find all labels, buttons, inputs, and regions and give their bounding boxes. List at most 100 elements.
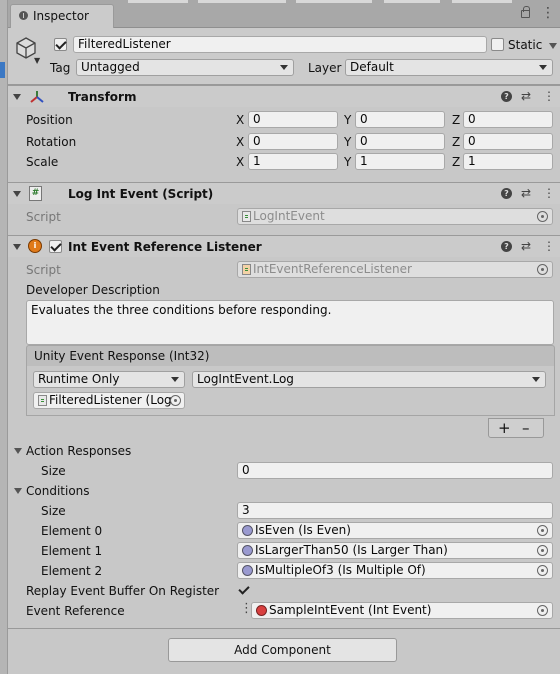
scriptable-object-icon <box>242 545 253 556</box>
foldout-arrow-icon[interactable] <box>13 244 21 250</box>
tag-dropdown[interactable]: Untagged <box>76 59 294 76</box>
static-label: Static <box>508 38 543 52</box>
scale-z-field[interactable]: 1 <box>463 153 553 170</box>
listener-script-value: IntEventReferenceListener <box>253 262 412 276</box>
kebab-menu-icon[interactable]: ⋮ <box>541 6 555 20</box>
remove-listener-button[interactable]: – <box>522 419 530 437</box>
event-list-buttons: + – <box>488 418 544 438</box>
script-file-icon: # <box>29 186 42 201</box>
axis-x-label: X <box>236 113 245 127</box>
scale-x-field[interactable]: 1 <box>248 153 338 170</box>
developer-description-textarea[interactable]: Evaluates the three conditions before re… <box>26 300 554 345</box>
action-size-label: Size <box>41 464 66 478</box>
scale-y-field[interactable]: 1 <box>355 153 445 170</box>
preset-sliders-icon[interactable]: ⇄ <box>521 240 531 253</box>
event-reference-label: Event Reference <box>26 604 125 618</box>
runtime-option: Runtime Only <box>38 372 120 386</box>
object-picker-icon[interactable] <box>537 605 548 616</box>
foldout-arrow-icon[interactable] <box>14 488 22 494</box>
lock-icon[interactable] <box>521 6 530 18</box>
hidden-tab[interactable] <box>384 0 440 3</box>
preset-sliders-icon[interactable]: ⇄ <box>521 90 531 103</box>
rotation-z-field[interactable]: 0 <box>463 133 553 150</box>
object-picker-icon[interactable] <box>537 525 548 536</box>
component-header-icons: ? ⇄ ⋮ <box>501 90 560 104</box>
foldout-arrow-icon[interactable] <box>13 94 21 100</box>
conditions-size-field[interactable]: 3 <box>237 502 553 519</box>
object-picker-icon[interactable] <box>537 211 548 222</box>
scale-label: Scale <box>26 155 59 169</box>
layer-label: Layer <box>308 61 342 75</box>
position-x-field[interactable]: 0 <box>248 111 338 128</box>
info-icon <box>19 11 28 20</box>
element-0-value: IsEven (Is Even) <box>255 523 351 537</box>
object-picker-icon[interactable] <box>537 545 548 556</box>
action-responses-label[interactable]: Action Responses <box>26 444 131 459</box>
method-dropdown[interactable]: LogIntEvent.Log <box>192 371 546 388</box>
kebab-menu-icon[interactable]: ⋮ <box>543 240 555 253</box>
layer-value: Default <box>350 60 394 74</box>
layer-dropdown[interactable]: Default <box>345 59 553 76</box>
hidden-tab[interactable] <box>128 0 188 3</box>
log-int-event-header[interactable]: # Log Int Event (Script) ? ⇄ ⋮ <box>8 182 560 204</box>
add-listener-button[interactable]: + <box>498 419 511 437</box>
kebab-menu-icon[interactable]: ⋮ <box>543 187 555 200</box>
axis-y-label: Y <box>344 155 352 169</box>
conditions-size-label: Size <box>41 504 66 518</box>
hidden-tab[interactable] <box>198 0 286 3</box>
listener-script-field[interactable]: IntEventReferenceListener <box>237 261 553 278</box>
help-icon[interactable]: ? <box>501 241 512 252</box>
object-name-field[interactable]: FilteredListener <box>73 36 487 53</box>
element-1-label: Element 1 <box>41 544 103 558</box>
static-dropdown-icon[interactable] <box>549 43 557 49</box>
action-size-field[interactable]: 0 <box>237 462 553 479</box>
rotation-y-field[interactable]: 0 <box>355 133 445 150</box>
script-icon <box>242 211 251 222</box>
object-picker-icon[interactable] <box>537 264 548 275</box>
listener-header[interactable]: i Int Event Reference Listener ? ⇄ ⋮ <box>8 235 560 257</box>
replay-buffer-checkbox[interactable] <box>237 583 250 596</box>
help-icon[interactable]: ? <box>501 91 512 102</box>
kebab-menu-icon[interactable]: ⋮ <box>543 90 555 103</box>
axis-y-label: Y <box>344 135 352 149</box>
active-checkbox[interactable] <box>54 38 67 51</box>
element-1-field[interactable]: IsLargerThan50 (Is Larger Than) <box>237 542 553 559</box>
axis-x-label: X <box>236 155 245 169</box>
position-z-field[interactable]: 0 <box>463 111 553 128</box>
foldout-arrow-icon[interactable] <box>14 448 22 454</box>
hidden-tab[interactable] <box>452 0 512 3</box>
conditions-label[interactable]: Conditions <box>26 484 90 499</box>
script-icon <box>38 395 47 406</box>
selection-highlight <box>0 62 5 78</box>
footer-divider <box>8 628 560 629</box>
element-2-field[interactable]: IsMultipleOf3 (Is Multiple Of) <box>237 562 553 579</box>
help-icon[interactable]: ? <box>501 188 512 199</box>
script-icon <box>242 264 251 275</box>
static-checkbox[interactable] <box>491 38 504 51</box>
tag-value: Untagged <box>81 60 140 74</box>
target-object-field[interactable]: FilteredListener (Log <box>33 392 185 409</box>
int-event-asset-icon <box>256 605 267 616</box>
axis-z-label: Z <box>452 135 461 149</box>
add-component-button[interactable]: Add Component <box>168 638 397 662</box>
axis-z-label: Z <box>452 155 461 169</box>
listener-enabled-checkbox[interactable] <box>49 240 62 253</box>
log-script-field[interactable]: LogIntEvent <box>237 208 553 225</box>
script-label: Script <box>26 263 61 277</box>
runtime-dropdown[interactable]: Runtime Only <box>33 371 185 388</box>
developer-description-label: Developer Description <box>26 283 160 297</box>
script-label: Script <box>26 210 61 224</box>
rotation-x-field[interactable]: 0 <box>248 133 338 150</box>
foldout-arrow-icon[interactable] <box>13 191 21 197</box>
element-0-field[interactable]: IsEven (Is Even) <box>237 522 553 539</box>
element-2-label: Element 2 <box>41 564 103 578</box>
transform-header[interactable]: Transform ? ⇄ ⋮ <box>8 85 560 107</box>
hidden-tab[interactable] <box>296 0 372 3</box>
position-y-field[interactable]: 0 <box>355 111 445 128</box>
event-reference-field[interactable]: SampleIntEvent (Int Event) <box>251 602 553 619</box>
tab-inspector[interactable]: Inspector <box>10 4 114 29</box>
object-picker-icon[interactable] <box>537 565 548 576</box>
object-picker-icon[interactable] <box>170 395 181 406</box>
preset-sliders-icon[interactable]: ⇄ <box>521 187 531 200</box>
chevron-down-icon[interactable]: ▼ <box>34 56 40 65</box>
